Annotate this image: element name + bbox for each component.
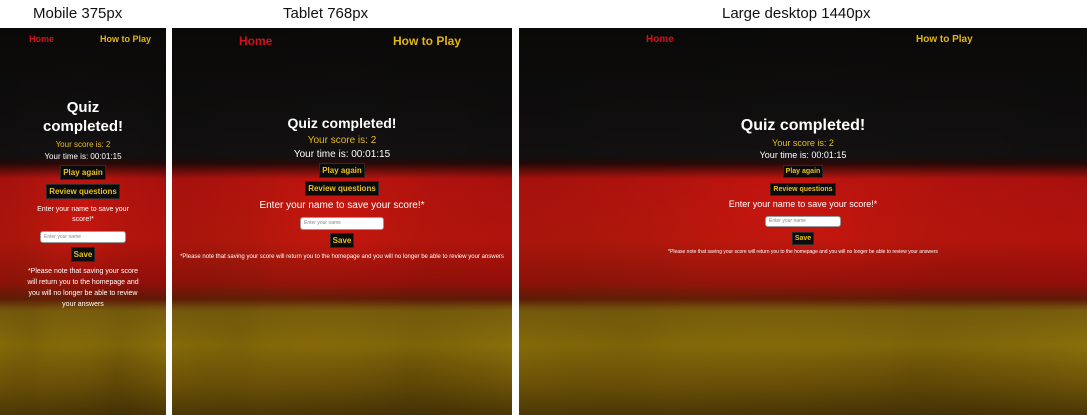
play-again-button[interactable]: Play again [319,163,365,178]
name-input[interactable]: Enter your name [40,231,126,243]
name-input[interactable]: Enter your name [300,217,384,230]
quiz-result-panel: Quiz completed! Your score is: 2 Your ti… [0,98,166,310]
caption-mobile: Mobile 375px [33,5,123,22]
time-text: Your time is: 00:01:15 [759,150,847,160]
enter-name-label: Enter your name to save your score!* [37,206,129,223]
mobile-viewport: Home How to Play Quiz completed! Your sc… [0,28,166,415]
save-note: *Please note that saving your score will… [180,254,504,260]
quiz-result-panel: Quiz completed! Your score is: 2 Your ti… [172,114,512,263]
page-title: Quiz completed! [287,115,397,131]
page-title: Quiz completed! [42,99,123,135]
save-button[interactable]: Save [791,232,815,245]
page-title: Quiz completed! [740,117,866,134]
enter-name-label: Enter your name to save your score!* [728,199,878,209]
save-button[interactable]: Save [70,247,96,262]
name-input[interactable]: Enter your name [765,216,841,227]
nav-how-to-play-link[interactable]: How to Play [916,34,973,45]
save-note: *Please note that saving your score will… [668,249,938,255]
time-text: Your time is: 00:01:15 [293,149,391,160]
save-button[interactable]: Save [329,233,355,248]
review-questions-button[interactable]: Review questions [770,183,836,196]
review-questions-button[interactable]: Review questions [46,184,120,199]
nav-home-link[interactable]: Home [239,34,272,48]
nav-how-to-play-link[interactable]: How to Play [100,34,151,44]
score-text: Your score is: 2 [307,135,377,146]
score-text: Your score is: 2 [55,140,111,149]
play-again-button[interactable]: Play again [60,165,106,180]
enter-name-label: Enter your name to save your score!* [259,200,425,211]
tablet-viewport: Home How to Play Quiz completed! Your sc… [172,28,512,415]
play-again-button[interactable]: Play again [782,165,824,178]
review-questions-button[interactable]: Review questions [305,181,379,196]
caption-tablet: Tablet 768px [283,5,369,22]
time-text: Your time is: 00:01:15 [44,152,122,161]
caption-desktop: Large desktop 1440px [722,5,871,22]
navbar: Home How to Play [172,28,512,52]
desktop-viewport: Home How to Play Quiz completed! Your sc… [519,28,1087,415]
nav-home-link[interactable]: Home [29,34,54,44]
nav-home-link[interactable]: Home [646,34,674,45]
navbar: Home How to Play [519,28,1087,52]
navbar: Home How to Play [0,28,166,52]
nav-how-to-play-link[interactable]: How to Play [393,34,461,48]
score-text: Your score is: 2 [772,138,834,148]
quiz-result-panel: Quiz completed! Your score is: 2 Your ti… [519,116,1087,257]
save-note: *Please note that saving your score will… [27,268,139,308]
